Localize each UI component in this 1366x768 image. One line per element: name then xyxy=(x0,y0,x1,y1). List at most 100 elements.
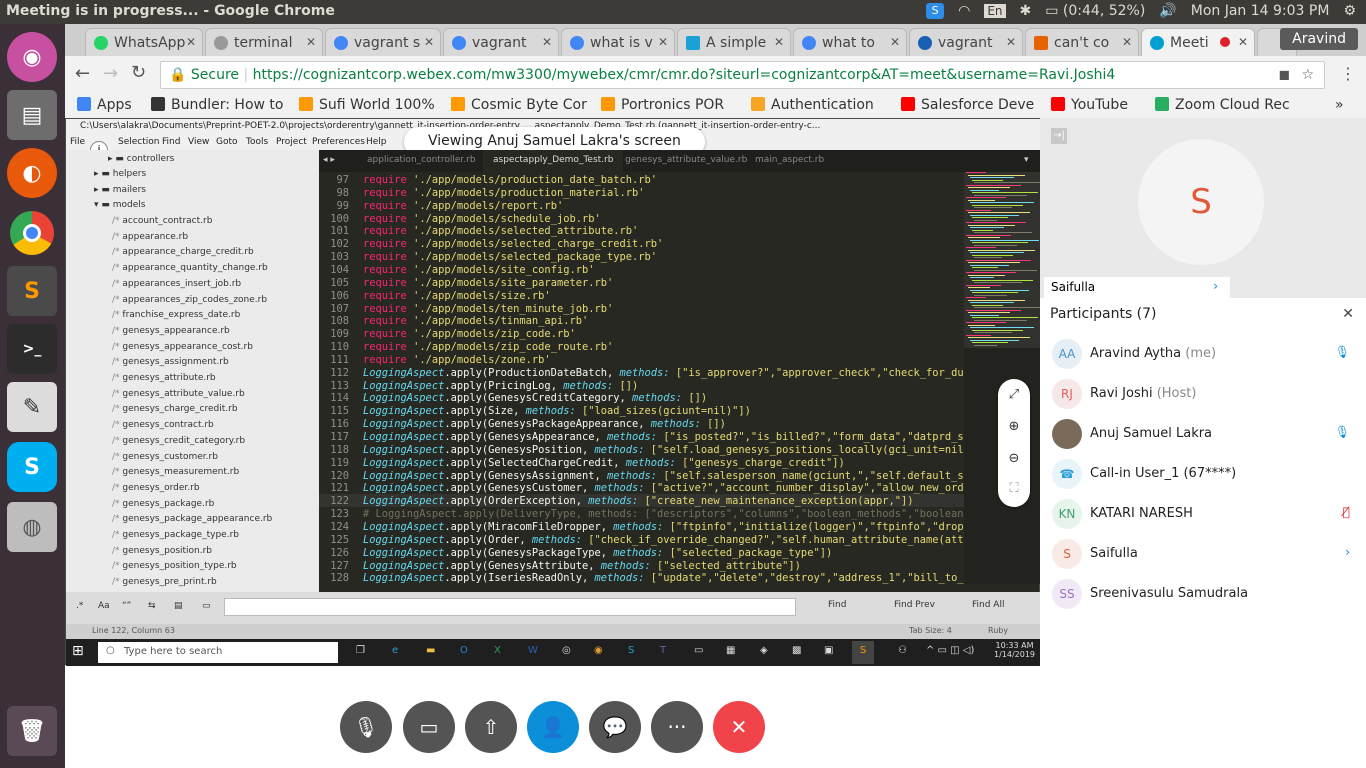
close-icon[interactable]: ✕ xyxy=(424,35,434,49)
explorer-icon[interactable]: ▬ xyxy=(426,645,435,656)
file-item[interactable]: /* franchise_express_date.rb xyxy=(112,310,240,320)
file-item[interactable]: /* appearance_charge_credit.rb xyxy=(112,247,254,257)
tab-list-icon[interactable]: ▾ xyxy=(1024,155,1029,165)
folder-item[interactable]: ▾ ▬ models xyxy=(94,200,145,210)
remote-menu-item[interactable]: Find xyxy=(162,137,180,147)
settings-gear-icon[interactable]: ⚙ xyxy=(1343,3,1356,19)
sublime-text-icon[interactable]: S xyxy=(7,266,57,316)
bookmark-star-icon[interactable]: ☆ xyxy=(1301,62,1314,88)
close-icon[interactable]: ✕ xyxy=(1238,35,1248,49)
network-app-icon[interactable]: ▩ xyxy=(792,645,801,656)
participant-row[interactable]: S Saifulla › xyxy=(1040,535,1366,575)
regex-toggle[interactable]: .* xyxy=(76,601,83,611)
tab-scroll-icon[interactable]: ◂ ▸ xyxy=(323,155,335,165)
leave-meeting-button[interactable]: ✕ xyxy=(713,701,765,753)
file-item[interactable]: /* genesys_position.rb xyxy=(112,546,212,556)
file-item[interactable]: /* genesys_contract.rb xyxy=(112,420,214,430)
browser-tab-active[interactable]: Meeti ✕ xyxy=(1141,28,1255,56)
chat-button[interactable]: 💬 xyxy=(589,701,641,753)
participant-row[interactable]: AA Aravind Aytha (me) 🎙 xyxy=(1040,335,1366,375)
file-item[interactable]: /* genesys_attribute.rb xyxy=(112,373,216,383)
forward-icon[interactable]: → xyxy=(103,63,118,84)
bookmark-item[interactable]: Bundler: How to xyxy=(151,97,283,113)
close-icon[interactable]: ✕ xyxy=(186,35,196,49)
remote-icon[interactable]: ▣ xyxy=(824,645,833,656)
remote-menu-item[interactable]: Selection xyxy=(118,137,159,147)
find-input[interactable] xyxy=(224,598,796,616)
volume-icon[interactable]: 🔊 xyxy=(1159,3,1176,19)
close-icon[interactable]: ✕ xyxy=(306,35,316,49)
zoom-out-icon[interactable]: ⊖ xyxy=(998,451,1030,466)
folder-item[interactable]: ▸ ▬ controllers xyxy=(108,154,174,164)
file-item[interactable]: /* genesys_charge_credit.rb xyxy=(112,404,238,414)
case-toggle[interactable]: Aa xyxy=(98,601,110,611)
remote-menu-item[interactable]: Project xyxy=(276,137,307,147)
file-item[interactable]: /* genesys_attribute_value.rb xyxy=(112,389,245,399)
app-icon[interactable]: ◎ xyxy=(562,645,571,656)
profile-button[interactable]: Aravind xyxy=(1280,28,1358,50)
browser-tab[interactable]: can't co ✕ xyxy=(1025,28,1139,56)
remote-menu-item[interactable]: File xyxy=(70,137,85,147)
keyboard-language[interactable]: En xyxy=(984,4,1006,18)
in-selection-toggle[interactable]: ▤ xyxy=(174,601,183,611)
teams-icon[interactable]: T xyxy=(660,645,666,656)
people-icon[interactable]: ⚇ xyxy=(898,645,907,656)
firefox-icon[interactable]: ◐ xyxy=(7,148,57,198)
syntax-mode[interactable]: Ruby xyxy=(988,626,1008,635)
file-item[interactable]: /* genesys_package_type.rb xyxy=(112,530,239,540)
word-icon[interactable]: W xyxy=(528,645,538,656)
find-button[interactable]: Find xyxy=(828,600,846,610)
url-bar[interactable]: 🔒 Secure | https://cognizantcorp.webex.c… xyxy=(160,61,1325,89)
collapse-panel-icon[interactable]: →| xyxy=(1051,128,1067,144)
participant-row[interactable]: Anuj Samuel Lakra 🎙 xyxy=(1040,415,1366,455)
close-icon[interactable]: ✕ xyxy=(1122,35,1132,49)
close-icon[interactable]: ✕ xyxy=(1006,35,1016,49)
browser-tab[interactable]: WhatsApp ✕ xyxy=(85,28,203,56)
bookmark-item[interactable]: Cosmic Byte Cor xyxy=(451,97,587,113)
wifi-icon[interactable]: ◠ xyxy=(958,3,970,19)
mute-button[interactable]: 🎙 xyxy=(340,701,392,753)
file-item[interactable]: /* appearances_insert_job.rb xyxy=(112,279,241,289)
terminal-taskbar-icon[interactable]: ▭ xyxy=(694,645,703,656)
bluetooth-icon[interactable]: ✱ xyxy=(1020,3,1032,19)
file-item[interactable]: /* genesys_order.rb xyxy=(112,483,200,493)
editor-tab[interactable]: application_controller.rb xyxy=(367,155,476,165)
remote-menu-item[interactable]: Preferences xyxy=(312,137,365,147)
more-options-button[interactable]: ··· xyxy=(651,701,703,753)
browser-tab[interactable]: what to ✕ xyxy=(793,28,907,56)
win-clock[interactable]: 10:33 AM 1/14/2019 xyxy=(994,641,1035,659)
tray-icons[interactable]: ^ ▭ ◫ ◁) xyxy=(926,645,974,656)
bookmark-item[interactable]: Salesforce Deve xyxy=(901,97,1034,113)
file-item[interactable]: /* appearance.rb xyxy=(112,232,188,242)
reload-icon[interactable]: ↻ xyxy=(131,62,146,83)
zoom-in-icon[interactable]: ⊕ xyxy=(998,419,1030,434)
wrap-toggle[interactable]: ⇆ xyxy=(148,601,156,611)
bookmark-item[interactable]: Zoom Cloud Rec xyxy=(1155,97,1290,113)
folder-item[interactable]: ▸ ▬ helpers xyxy=(94,169,146,179)
chrome-icon[interactable] xyxy=(7,208,57,258)
whole-word-toggle[interactable]: “” xyxy=(122,601,131,611)
editor-tab[interactable]: genesys_attribute_value.rb xyxy=(625,155,747,165)
participant-row[interactable]: ☎ Call-in User_1 (67****) xyxy=(1040,455,1366,495)
file-item[interactable]: /* genesys_package.rb xyxy=(112,499,214,509)
box-icon[interactable]: ◈ xyxy=(760,645,768,656)
participant-row[interactable]: RJ Ravi Joshi (Host) xyxy=(1040,375,1366,415)
file-manager-icon[interactable]: ▤ xyxy=(7,90,57,140)
file-item[interactable]: /* genesys_appearance_cost.rb xyxy=(112,342,253,352)
close-icon[interactable]: ✕ xyxy=(774,35,784,49)
file-item[interactable]: /* genesys_position_type.rb xyxy=(112,561,237,571)
bookmark-item[interactable]: Portronics POR xyxy=(601,97,724,113)
camera-icon[interactable]: ◼ xyxy=(1278,62,1290,88)
file-item[interactable]: /* appearance_quantity_change.rb xyxy=(112,263,268,273)
bookmark-item[interactable]: YouTube xyxy=(1051,97,1128,113)
close-icon[interactable]: ✕ xyxy=(542,35,552,49)
sublime-taskbar-icon[interactable]: S xyxy=(852,641,874,664)
find-prev-button[interactable]: Find Prev xyxy=(894,600,935,610)
browser-tab[interactable]: terminal ✕ xyxy=(205,28,323,56)
edge-icon[interactable]: e xyxy=(392,645,398,656)
skype-icon[interactable]: S xyxy=(7,442,57,492)
menu-icon[interactable]: ⋮ xyxy=(1340,64,1356,83)
folder-item[interactable]: ▸ ▬ mailers xyxy=(94,185,146,195)
participant-row[interactable]: SS Sreenivasulu Samudrala xyxy=(1040,575,1366,615)
browser-tab[interactable]: what is v ✕ xyxy=(561,28,675,56)
